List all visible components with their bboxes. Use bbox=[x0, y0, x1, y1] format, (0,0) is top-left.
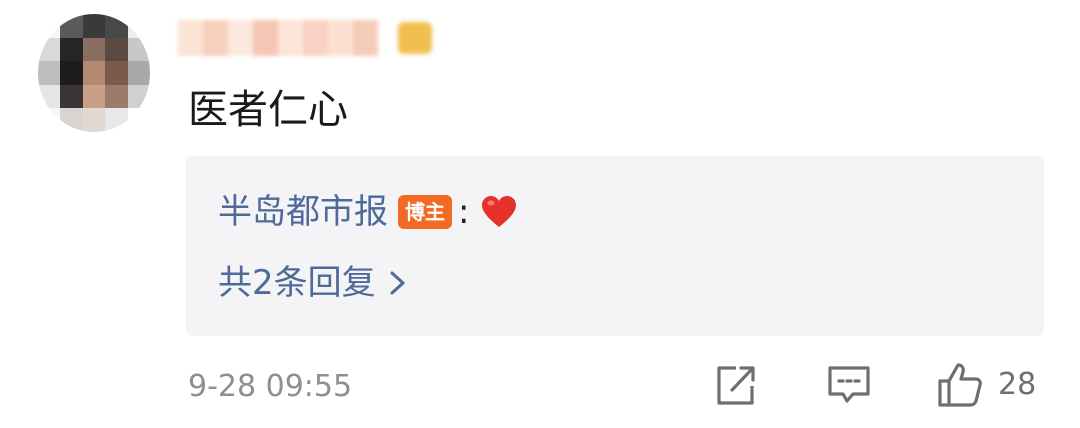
avatar-mosaic bbox=[38, 14, 150, 132]
username-redacted[interactable] bbox=[178, 20, 378, 56]
comment-icon[interactable] bbox=[826, 362, 872, 408]
thumbs-up-icon bbox=[936, 361, 984, 409]
reply-author-link[interactable]: 半岛都市报 bbox=[218, 190, 388, 234]
chevron-right-icon bbox=[388, 268, 408, 298]
like-button[interactable]: 28 bbox=[936, 360, 1036, 410]
reply-line: 半岛都市报 博主 : bbox=[218, 190, 517, 234]
reply-separator: : bbox=[458, 192, 470, 232]
comment-text: 医者仁心 bbox=[188, 87, 348, 133]
share-icon[interactable] bbox=[714, 362, 758, 408]
view-replies-link[interactable]: 共2条回复 bbox=[218, 260, 408, 306]
reply-preview[interactable]: 半岛都市报 博主 : 共2条回复 bbox=[186, 156, 1044, 336]
blogger-badge: 博主 bbox=[398, 195, 452, 229]
vip-badge-redacted bbox=[398, 22, 432, 54]
like-count: 28 bbox=[998, 367, 1037, 402]
comment-timestamp: 9-28 09:55 bbox=[188, 369, 353, 404]
red-heart-icon bbox=[481, 195, 517, 229]
avatar[interactable] bbox=[38, 14, 150, 132]
reply-count-label: 共2条回复 bbox=[218, 263, 376, 303]
comment-card: 医者仁心 半岛都市报 博主 : 共2条回复 9-28 09:55 28 bbox=[0, 0, 1080, 428]
